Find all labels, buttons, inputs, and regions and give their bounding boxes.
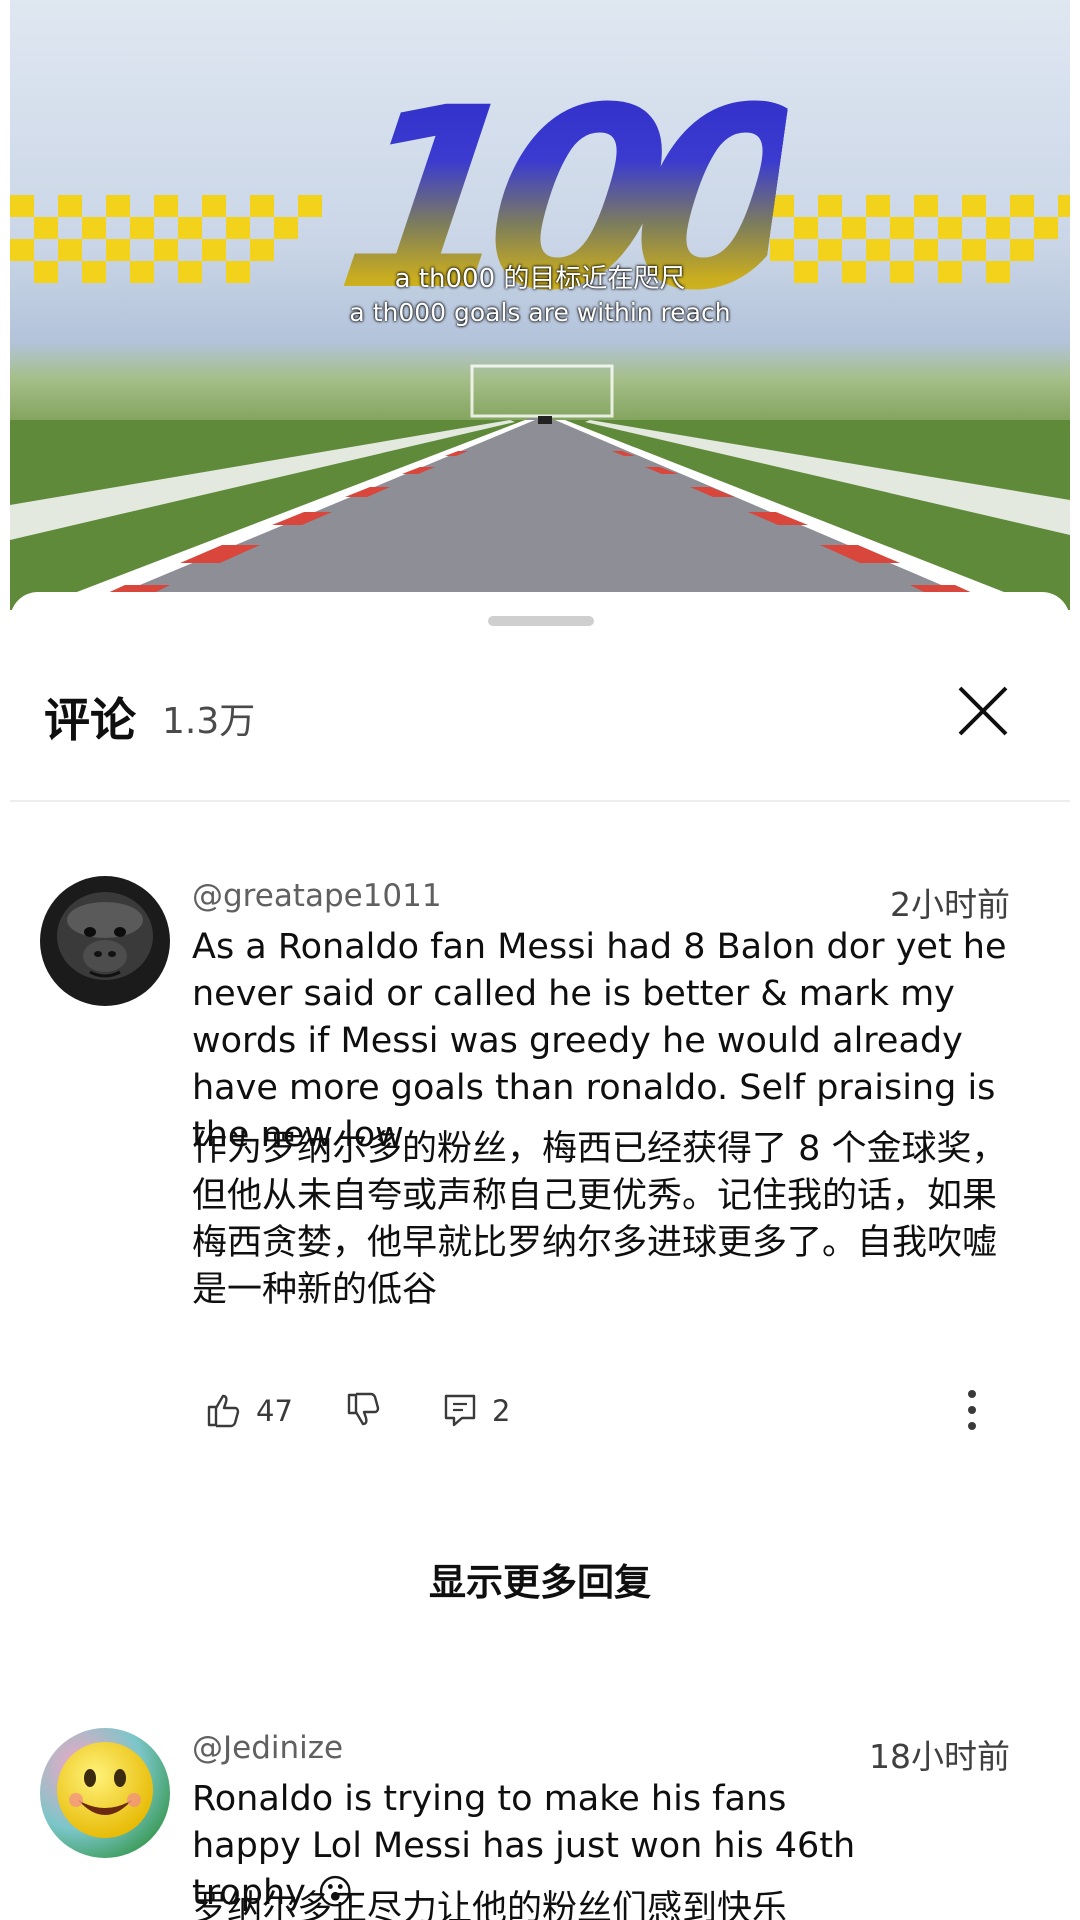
gorilla-avatar-icon <box>40 876 170 1006</box>
comment-text-chinese: 作为罗纳尔多的粉丝，梅西已经获得了 8 个金球奖，但他从未自夸或声称自己更优秀。… <box>192 1129 1007 1310</box>
reply-count: 2 <box>492 1394 511 1428</box>
like-count: 47 <box>256 1394 293 1428</box>
comments-sheet: 评论 1.3万 @greatape1011 2小时前 As a Ronaldo … <box>10 592 1070 1920</box>
video-player[interactable]: 1000 a th000 的目标近在咫尺 a th000 goals are w… <box>10 0 1070 610</box>
more-options-icon[interactable] <box>960 1386 984 1434</box>
subtitle-english: a th000 goals are within reach <box>349 298 731 327</box>
header-divider <box>10 800 1070 802</box>
drag-handle[interactable] <box>488 616 594 626</box>
close-icon <box>958 686 1008 736</box>
comment-actions: 47 2 <box>206 1386 1026 1436</box>
avatar[interactable] <box>40 876 170 1006</box>
smiley-avatar-icon <box>40 1728 170 1858</box>
reply-icon[interactable] <box>442 1392 478 1428</box>
comment-author[interactable]: @Jedinize <box>192 1730 343 1766</box>
comment-text-english: As a Ronaldo fan Messi had 8 Balon dor y… <box>192 927 1007 1155</box>
subtitle-chinese: a th000 的目标近在咫尺 <box>394 264 686 294</box>
thumbs-up-icon[interactable] <box>206 1392 242 1428</box>
comment-time: 2小时前 <box>890 885 1010 924</box>
thumbs-down-icon[interactable] <box>346 1392 382 1428</box>
comment-time: 18小时前 <box>869 1737 1010 1776</box>
close-button[interactable] <box>950 678 1016 744</box>
comments-count: 1.3万 <box>162 701 256 742</box>
comment-author[interactable]: @greatape1011 <box>192 878 442 914</box>
comment-text-chinese: 罗纳尔多正尽力让他的粉丝们感到快乐 <box>192 1889 788 1920</box>
show-more-replies-button[interactable]: 显示更多回复 <box>10 1552 1070 1606</box>
avatar[interactable] <box>40 1728 170 1858</box>
comments-title: 评论 <box>44 693 136 747</box>
